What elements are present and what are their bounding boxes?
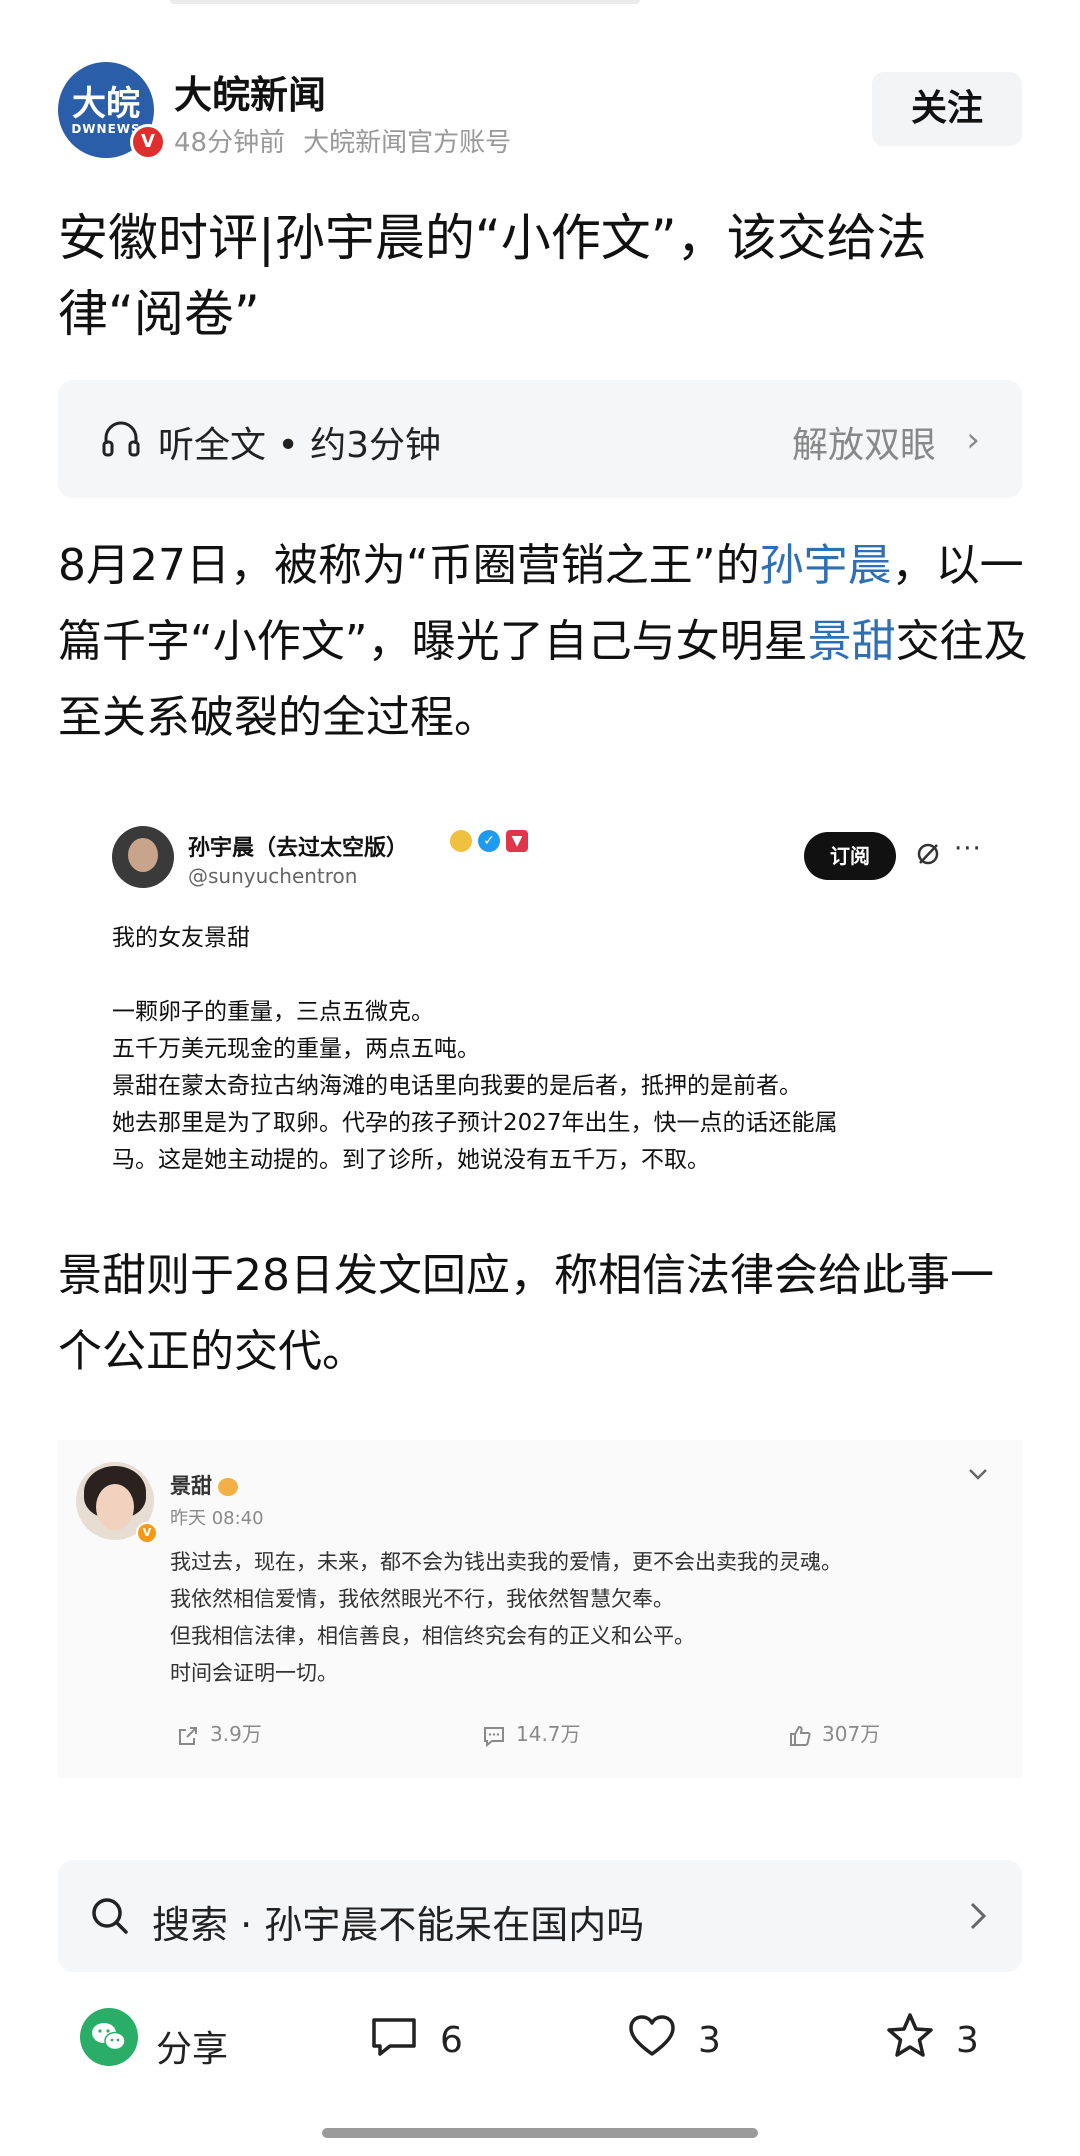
like-count: 3	[698, 2020, 721, 2061]
weibo-time: 昨天 08:40	[170, 1508, 264, 1529]
weibo-author-name: 景甜	[170, 1474, 212, 1498]
paragraph-text: 8月27日，被称为“币圈营销之王”的	[58, 540, 760, 591]
weibo-author: 景甜	[170, 1470, 238, 1500]
avatar-logo-text: 大皖	[72, 84, 140, 124]
weibo-like: 307万	[788, 1718, 880, 1748]
search-suggestion-text: 搜索 · 孙宇晨不能呆在国内吗	[152, 1903, 645, 1947]
tweet-handle: @sunyuchentron	[188, 864, 358, 888]
comment-icon	[484, 1726, 504, 1747]
like-button[interactable]: 3	[624, 2008, 744, 2074]
article-paragraph: 景甜则于28日发文回应，称相信法律会给此事一个公正的交代。	[58, 1250, 994, 1377]
weibo-actions: 3.9万 14.7万 307万	[58, 1718, 1022, 1758]
tweet-line: 我的女友景甜	[112, 925, 250, 951]
star-icon	[887, 2013, 933, 2057]
share-button[interactable]: 分享	[80, 2008, 260, 2074]
account-meta: 48分钟前 大皖新闻官方账号	[174, 122, 511, 159]
favorite-button[interactable]: 3	[882, 2008, 1002, 2074]
tweet-line: 景甜在蒙太奇拉古纳海滩的电话里向我要的是后者，抵押的是前者。	[112, 1073, 802, 1099]
listen-full-text-bar[interactable]: 听全文 • 约3分钟 解放双眼 ›	[58, 380, 1022, 498]
tweet-line: 马。这是她主动提的。到了诊所，她说没有五千万，不取。	[112, 1147, 710, 1173]
article-paragraph: 8月27日，被称为“币圈营销之王”的孙宇晨，以一篇千字“小作文”，曝光了自己与女…	[58, 528, 1028, 756]
weibo-line: 但我相信法律，相信善良，相信终究会有的正义和公平。	[170, 1624, 695, 1648]
follow-button[interactable]: 关注	[872, 72, 1022, 146]
headphones-icon	[102, 421, 140, 457]
tweet-badges: ✓ ▼	[450, 830, 534, 852]
listen-label: 听全文 • 约3分钟	[158, 425, 442, 466]
chevron-right-icon: ›	[966, 420, 980, 460]
search-icon	[92, 1898, 128, 1934]
chevron-right-icon	[970, 1902, 987, 1930]
tweet-line: 五千万美元现金的重量，两点五吨。	[112, 1036, 480, 1062]
tweet-line: 一颗卵子的重量，三点五微克。	[112, 999, 434, 1025]
related-search-bar[interactable]: 搜索 · 孙宇晨不能呆在国内吗	[58, 1860, 1022, 1972]
comment-count: 14.7万	[516, 1722, 581, 1746]
weibo-comment: 14.7万	[482, 1718, 581, 1748]
verified-check-icon: ✓	[478, 830, 500, 852]
share-label: 分享	[156, 2029, 229, 2070]
wechat-icon	[80, 2008, 138, 2066]
listen-action-text: 解放双眼	[791, 425, 936, 466]
publish-time: 48分钟前	[174, 128, 286, 158]
chevron-down-icon	[969, 1469, 987, 1480]
bottom-action-bar: 分享 6 3 3	[0, 2000, 1080, 2110]
weibo-body: 我过去，现在，未来，都不会为钱出卖我的爱情，更不会出卖我的灵魂。 我依然相信爱情…	[170, 1544, 990, 1692]
comment-count: 6	[440, 2020, 463, 2061]
account-description: 大皖新闻官方账号	[303, 128, 512, 158]
emoji-icon	[218, 1478, 238, 1496]
entity-link-sunyuchen[interactable]: 孙宇晨	[760, 540, 892, 591]
home-indicator[interactable]	[322, 2128, 758, 2138]
article-header: 大皖 DWNEWS V 大皖新闻 48分钟前 大皖新闻官方账号 关注	[58, 62, 1022, 162]
repost-icon	[179, 1726, 197, 1745]
tweet-line: 她去那里是为了取卵。代孕的孩子预计2027年出生，快一点的话还能属	[112, 1110, 838, 1136]
tweet-author-name: 孙宇晨（去过太空版）	[188, 836, 409, 861]
comment-icon	[372, 2018, 416, 2056]
weibo-verified-icon: V	[136, 1522, 158, 1544]
comment-button[interactable]: 6	[366, 2008, 486, 2074]
repost-count: 3.9万	[210, 1722, 262, 1746]
weibo-line: 我依然相信爱情，我依然眼光不行，我依然智慧欠奉。	[170, 1587, 674, 1611]
account-name[interactable]: 大皖新闻	[174, 64, 326, 119]
favorite-count: 3	[956, 2020, 979, 2061]
tweet-body: 我的女友景甜 一颗卵子的重量，三点五微克。 五千万美元现金的重量，两点五吨。 景…	[112, 920, 972, 1179]
like-count: 307万	[822, 1722, 881, 1746]
verified-badge-icon: V	[130, 124, 166, 160]
entity-link-jingtian[interactable]: 景甜	[808, 616, 896, 667]
tweet-line-gap	[112, 957, 972, 994]
weibo-line: 我过去，现在，未来，都不会为钱出卖我的爱情，更不会出卖我的灵魂。	[170, 1550, 842, 1574]
more-icon: ···	[954, 834, 982, 864]
thumbs-up-icon	[790, 1725, 811, 1746]
weibo-repost: 3.9万	[176, 1718, 262, 1748]
embedded-weibo-image[interactable]: V 景甜 昨天 08:40 我过去，现在，未来，都不会为钱出卖我的爱情，更不会出…	[58, 1440, 1022, 1778]
heart-icon	[629, 2015, 675, 2056]
previous-content-edge	[170, 0, 640, 4]
article-title: 安徽时评|孙宇晨的“小作文”，该交给法律“阅卷”	[58, 209, 927, 343]
grok-icon	[917, 843, 939, 865]
tweet-subscribe-button: 订阅	[804, 832, 896, 880]
weibo-line: 时间会证明一切。	[170, 1661, 338, 1685]
tron-badge-icon: ▼	[506, 830, 528, 852]
emoji-badge-icon	[450, 830, 472, 852]
tweet-avatar	[112, 826, 174, 888]
embedded-tweet-image[interactable]: 孙宇晨（去过太空版） ✓ ▼ @sunyuchentron 订阅 ··· 我的女友…	[58, 810, 1022, 1188]
